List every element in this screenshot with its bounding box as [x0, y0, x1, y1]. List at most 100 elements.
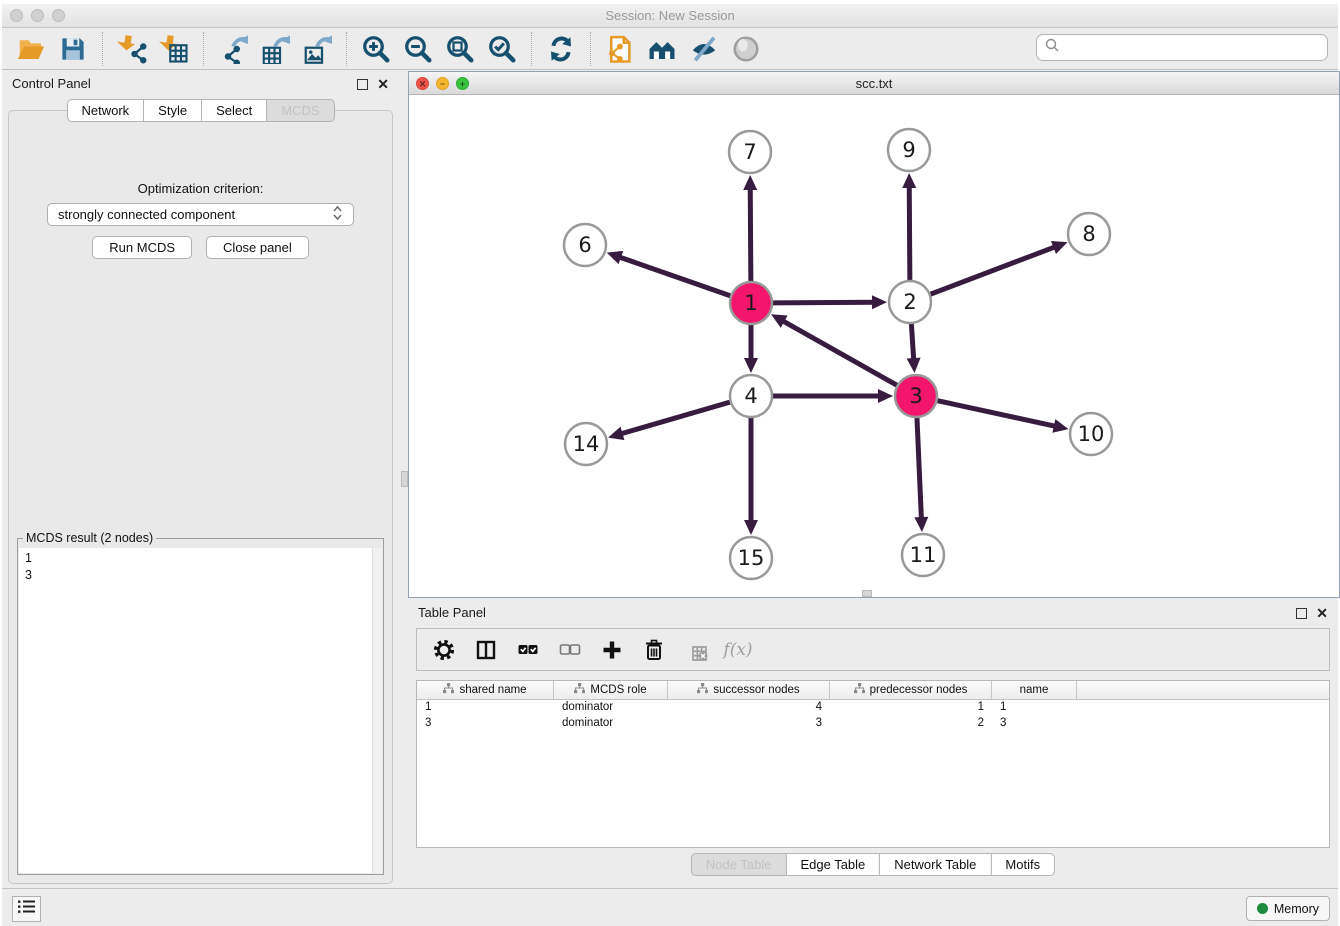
network-window-titlebar[interactable]: ✕ − + scc.txt: [409, 72, 1339, 95]
column-header-predecessor-nodes[interactable]: predecessor nodes: [830, 681, 992, 699]
tree-icon: [574, 683, 585, 697]
optimization-criterion-label: Optimization criterion:: [9, 181, 392, 196]
tree-icon: [697, 683, 708, 697]
graph-edge-1-2[interactable]: [773, 302, 876, 303]
graph-node-label: 6: [578, 233, 591, 257]
graph-edge-3-10[interactable]: [937, 401, 1057, 427]
table-cell[interactable]: 4: [668, 700, 830, 716]
run-mcds-button[interactable]: Run MCDS: [92, 236, 192, 259]
tab-network-table[interactable]: Network Table: [879, 853, 991, 876]
graph-arrowhead: [744, 358, 758, 373]
search-input[interactable]: [1065, 40, 1319, 55]
zoom-selected-icon[interactable]: [487, 34, 517, 64]
open-folder-icon[interactable]: [16, 34, 46, 64]
tab-mcds[interactable]: MCDS: [266, 99, 334, 122]
import-table-icon[interactable]: [159, 34, 189, 64]
graph-node-label: 2: [903, 290, 916, 314]
table-panel-title: Table Panel: [418, 605, 486, 620]
table-cell[interactable]: 3: [992, 716, 1077, 732]
delete-column-icon[interactable]: [641, 637, 667, 663]
tab-motifs[interactable]: Motifs: [990, 853, 1055, 876]
split-panel-icon[interactable]: [473, 637, 499, 663]
mcds-panel: Optimization criterion: strongly connect…: [8, 110, 393, 884]
graph-node-label: 8: [1082, 222, 1095, 246]
app-window: Session: New Session Control Panel ✕ Opt…: [2, 4, 1338, 926]
graph-edge-1-6[interactable]: [617, 256, 730, 296]
result-scrollbar[interactable]: [372, 548, 382, 873]
search-box[interactable]: [1036, 34, 1328, 61]
column-header-name[interactable]: name: [992, 681, 1077, 699]
node-table: shared nameMCDS rolesuccessor nodesprede…: [416, 680, 1330, 848]
save-icon[interactable]: [58, 34, 88, 64]
splitter-handle[interactable]: [401, 471, 408, 487]
export-image-icon[interactable]: [302, 34, 332, 64]
tab-network[interactable]: Network: [66, 99, 144, 122]
graph-node-label: 9: [902, 138, 915, 162]
criterion-value: strongly connected component: [58, 207, 235, 222]
mcds-result-text[interactable]: 1 3: [19, 548, 382, 873]
table-cell[interactable]: 2: [830, 716, 992, 732]
sphere-icon[interactable]: [731, 34, 761, 64]
table-cell[interactable]: 3: [668, 716, 830, 732]
zoom-out-icon[interactable]: [403, 34, 433, 64]
graph-node-label: 1: [744, 291, 757, 315]
graph-edge-3-11[interactable]: [917, 418, 922, 521]
zoom-in-icon[interactable]: [361, 34, 391, 64]
zoom-fit-icon[interactable]: [445, 34, 475, 64]
import-network-icon[interactable]: [117, 34, 147, 64]
mcds-result-group: MCDS result (2 nodes) 1 3: [17, 538, 384, 875]
table-cell[interactable]: 1: [830, 700, 992, 716]
close-panel-button[interactable]: Close panel: [206, 236, 309, 259]
refresh-icon[interactable]: [546, 34, 576, 64]
export-network-icon[interactable]: [218, 34, 248, 64]
table-row[interactable]: 3dominator323: [417, 716, 1329, 732]
window-title: Session: New Session: [2, 8, 1338, 23]
tab-select[interactable]: Select: [201, 99, 267, 122]
network-canvas[interactable]: 7968124310141511: [409, 95, 1339, 597]
copy-network-icon[interactable]: [605, 34, 635, 64]
table-cell[interactable]: dominator: [554, 716, 668, 732]
table-float-panel-icon[interactable]: [1296, 608, 1307, 619]
memory-button[interactable]: Memory: [1246, 896, 1330, 921]
graph-arrowhead: [914, 517, 928, 532]
home-icon[interactable]: [647, 34, 677, 64]
graph-arrowhead: [878, 389, 893, 403]
graph-edge-2-3[interactable]: [911, 324, 913, 362]
close-panel-icon[interactable]: ✕: [377, 76, 389, 93]
list-icon: [18, 899, 36, 919]
graph-arrowhead: [744, 520, 758, 535]
graph-edge-2-9[interactable]: [909, 184, 910, 280]
table-row[interactable]: 1dominator411: [417, 700, 1329, 716]
graph-node-label: 4: [744, 384, 757, 408]
deselect-all-icon[interactable]: [557, 637, 583, 663]
column-header-successor-nodes[interactable]: successor nodes: [668, 681, 830, 699]
control-panel: Control Panel ✕ Optimization criterion: …: [2, 71, 399, 888]
graph-edge-1-7[interactable]: [750, 186, 751, 281]
add-column-icon[interactable]: [599, 637, 625, 663]
tree-icon: [854, 683, 865, 697]
tab-style[interactable]: Style: [143, 99, 202, 122]
tab-node-table[interactable]: Node Table: [691, 853, 787, 876]
gear-icon[interactable]: [431, 637, 457, 663]
table-cell[interactable]: 1: [992, 700, 1077, 716]
column-header-shared-name[interactable]: shared name: [417, 681, 554, 699]
select-all-icon[interactable]: [515, 637, 541, 663]
table-cell[interactable]: 1: [417, 700, 554, 716]
criterion-select[interactable]: strongly connected component: [47, 203, 354, 226]
hide-icon[interactable]: [689, 34, 719, 64]
table-cell[interactable]: dominator: [554, 700, 668, 716]
float-panel-icon[interactable]: [357, 79, 368, 90]
mcds-result-title: MCDS result (2 nodes): [23, 531, 156, 545]
column-header-MCDS-role[interactable]: MCDS role: [554, 681, 668, 699]
graph-edge-3-1[interactable]: [781, 320, 897, 386]
tab-edge-table[interactable]: Edge Table: [785, 853, 880, 876]
graph-edge-2-8[interactable]: [931, 246, 1058, 294]
table-close-panel-icon[interactable]: ✕: [1316, 605, 1328, 622]
horizontal-splitter-handle[interactable]: [862, 590, 872, 597]
task-history-button[interactable]: [12, 896, 41, 922]
select-stepper-icon: [332, 205, 343, 224]
function-builder-icon: f(x): [725, 637, 751, 663]
graph-edge-4-14[interactable]: [619, 402, 730, 434]
table-cell[interactable]: 3: [417, 716, 554, 732]
export-table-icon[interactable]: [260, 34, 290, 64]
